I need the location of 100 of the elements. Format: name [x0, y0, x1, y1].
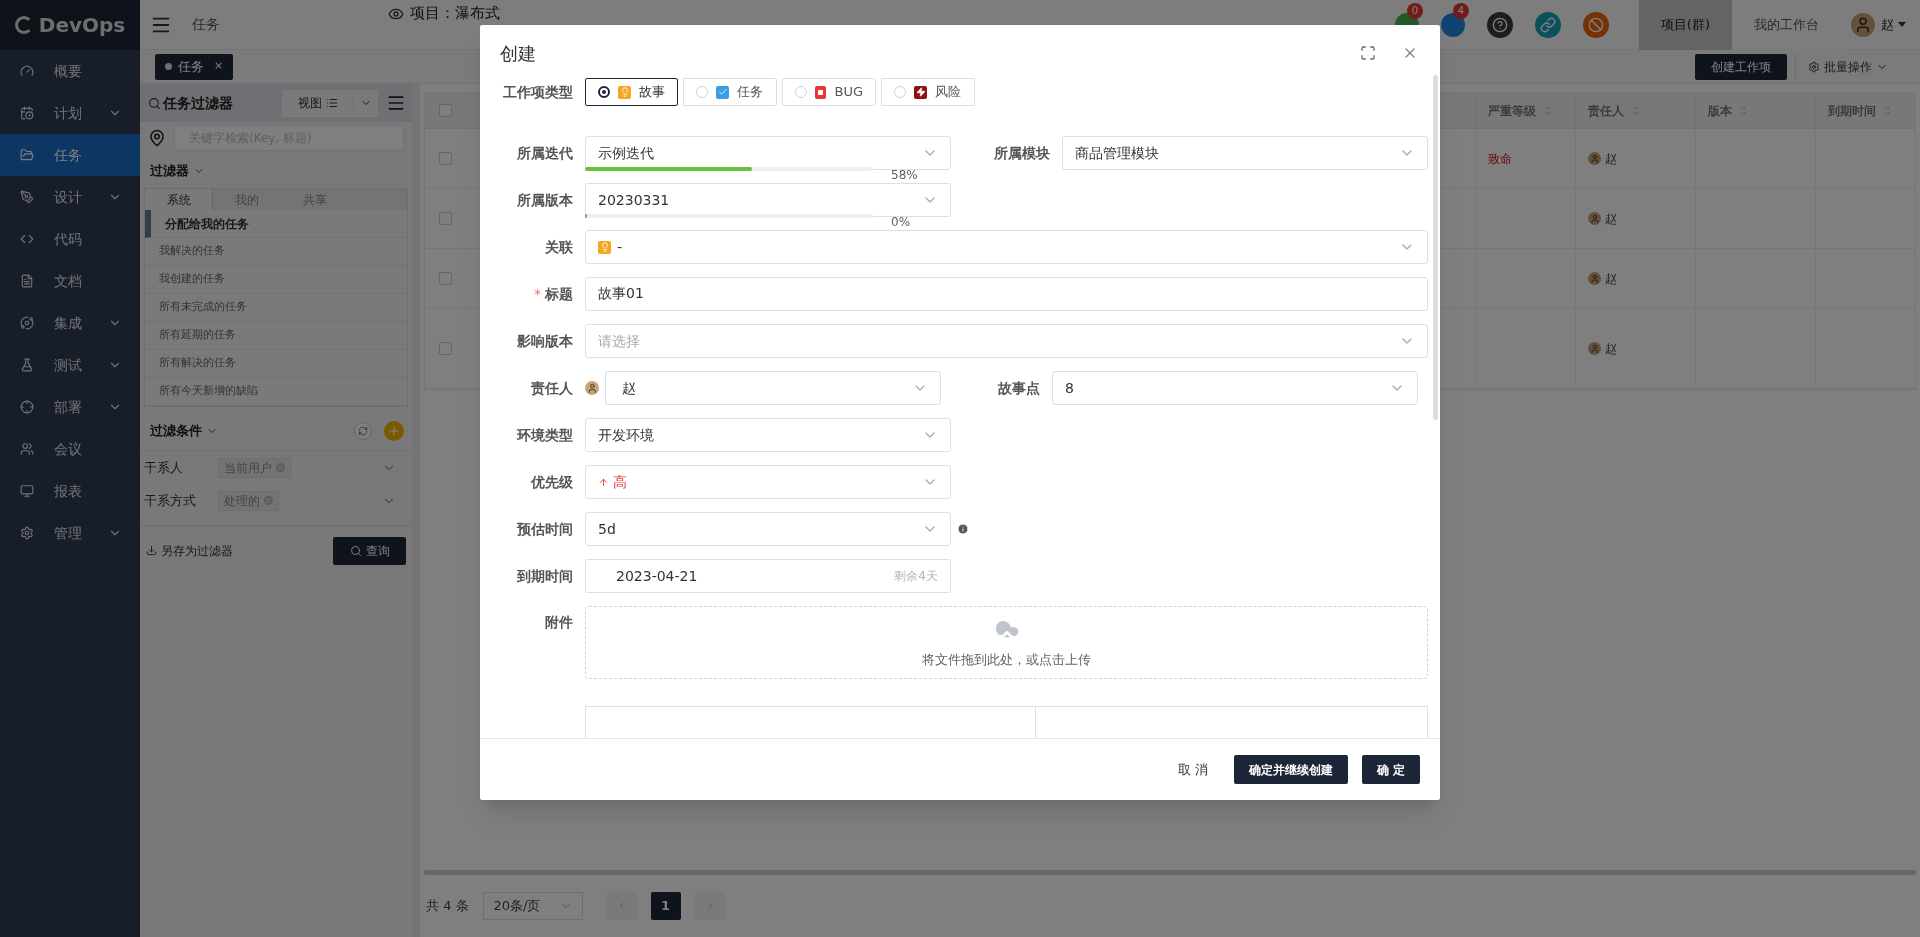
filter-item[interactable]: 所有今天新增的缺陷 [145, 378, 407, 406]
download-icon [146, 545, 157, 556]
remove-icon[interactable] [276, 463, 285, 472]
sidebar-item[interactable]: 会议 [0, 428, 140, 470]
filter-item[interactable]: 我解决的任务 [145, 238, 407, 266]
filter-item[interactable]: 所有未完成的任务 [145, 294, 407, 322]
column-header[interactable]: 到期时间 [1828, 101, 1876, 120]
list-icon [325, 97, 338, 109]
sidebar-item[interactable]: 测试 [0, 344, 140, 386]
sidebar-item[interactable]: 管理 [0, 512, 140, 554]
search-icon [148, 96, 161, 110]
close-icon[interactable]: × [214, 58, 224, 75]
add-button[interactable] [384, 420, 404, 441]
select-field[interactable]: - [585, 230, 1428, 264]
filter-item[interactable]: 所有解决的任务 [145, 350, 407, 378]
refresh-button[interactable] [354, 421, 372, 440]
total-count: 共 4 条 [426, 897, 469, 916]
upload-area[interactable]: 将文件拖到此处，或点击上传 [585, 606, 1428, 679]
logo-text: DevOps [38, 12, 126, 39]
page-size-select[interactable]: 20条/页 [482, 892, 583, 920]
column-header[interactable]: 严重等级 [1488, 101, 1536, 120]
filter-item[interactable]: 分配给我的任务 [145, 210, 407, 238]
info-icon [957, 523, 969, 535]
plus-icon [387, 423, 401, 438]
select-field[interactable]: 高 [585, 465, 951, 499]
input-field[interactable]: 故事01 [585, 277, 1428, 311]
checkbox[interactable] [438, 342, 452, 355]
avatar-icon [1588, 212, 1601, 225]
field-label: 工作项类型 [503, 82, 573, 102]
checkbox-icon [716, 85, 729, 99]
link-icon[interactable] [1534, 11, 1561, 38]
select-field[interactable]: 20230331 [585, 183, 951, 217]
confirm-button[interactable]: 确 定 [1361, 755, 1420, 784]
user-name[interactable]: 赵 [1881, 14, 1894, 35]
sidebar-item[interactable]: 报表 [0, 470, 140, 512]
sidebar-item[interactable]: 代码 [0, 218, 140, 260]
table-cell-text: 赵 [1605, 340, 1617, 358]
type-option[interactable]: 风险 [881, 78, 975, 106]
field-label: 到期时间 [517, 566, 573, 586]
view-button[interactable]: 视图 [282, 89, 378, 117]
page-tab[interactable]: 任务 × [155, 53, 234, 80]
sidebar-item[interactable]: 集成 [0, 302, 140, 344]
field-label: 附件 [545, 613, 573, 632]
select-field[interactable]: 示例迭代 [585, 136, 951, 170]
sidebar-item[interactable]: 文档 [0, 260, 140, 302]
count-badge: 0 [1406, 2, 1423, 19]
remove-icon[interactable] [264, 496, 273, 505]
sidebar-item[interactable]: 部署 [0, 386, 140, 428]
section-heading: 过滤器 [150, 162, 189, 181]
field-label: 环境类型 [517, 425, 573, 445]
table-cell-text: 赵 [1605, 210, 1617, 228]
sidebar-item[interactable]: 设计 [0, 176, 140, 218]
checkbox[interactable] [438, 104, 452, 117]
count-badge: 4 [1452, 2, 1469, 19]
avatar-icon [1588, 272, 1601, 285]
eye-icon [388, 6, 404, 22]
radio-button[interactable] [598, 86, 610, 98]
select-field[interactable]: 商品管理模块 [1062, 136, 1428, 170]
select-field[interactable]: 8 [1052, 371, 1418, 405]
column-header[interactable]: 责任人 [1588, 101, 1624, 120]
next-page-button[interactable] [694, 892, 725, 920]
type-option[interactable]: 任务 [683, 78, 777, 106]
page-button[interactable]: 1 [650, 892, 681, 920]
checkbox[interactable] [438, 212, 452, 225]
dialog-title: 创建 [500, 41, 536, 66]
sidebar-item[interactable]: 任务 [0, 134, 140, 176]
create-button[interactable]: 创建工作项 [1695, 53, 1787, 80]
sidebar-item[interactable]: 计划 [0, 92, 140, 134]
bug-icon [815, 85, 827, 99]
column-header[interactable]: 版本 [1708, 101, 1732, 120]
filter-item[interactable]: 我创建的任务 [145, 266, 407, 294]
select-field[interactable]: 开发环境 [585, 418, 951, 452]
lightbulb-icon [598, 240, 611, 254]
save-filter-link[interactable]: 另存为过滤器 [146, 541, 233, 560]
search-icon [349, 544, 362, 557]
section-heading: 过滤条件 [150, 421, 202, 440]
progress-reading: 58% [891, 167, 918, 183]
date-field[interactable]: 2023-04-21 剩余4天 [585, 559, 951, 593]
filter-tab[interactable]: 系统 [145, 189, 213, 210]
select-field[interactable]: 请选择 [585, 324, 1428, 358]
nav-tab[interactable]: 项目(群) [1638, 0, 1732, 50]
select-field[interactable]: 5d [585, 512, 951, 546]
field-label: 所属模块 [994, 143, 1050, 163]
type-option[interactable]: 故事 [585, 78, 678, 106]
batch-button[interactable]: 批量操作 [1795, 53, 1900, 80]
confirm-button[interactable]: 确定并继续创建 [1233, 755, 1348, 784]
sidebar-item[interactable]: 概要 [0, 50, 140, 92]
filter-item[interactable]: 所有延期的任务 [145, 322, 407, 350]
help-icon[interactable] [1486, 11, 1513, 38]
blocked-icon[interactable] [1582, 11, 1609, 38]
lightning-icon [914, 85, 927, 99]
fullscreen-icon[interactable] [1360, 45, 1376, 61]
query-button[interactable]: 查询 [333, 536, 406, 565]
avatar-icon [585, 381, 599, 395]
select-field[interactable]: 赵 [605, 371, 941, 405]
cancel-button[interactable]: 取 消 [1165, 755, 1220, 784]
checkbox[interactable] [438, 272, 452, 285]
type-option[interactable]: BUG [782, 78, 876, 106]
checkbox[interactable] [438, 152, 452, 165]
refresh-icon [358, 425, 368, 436]
